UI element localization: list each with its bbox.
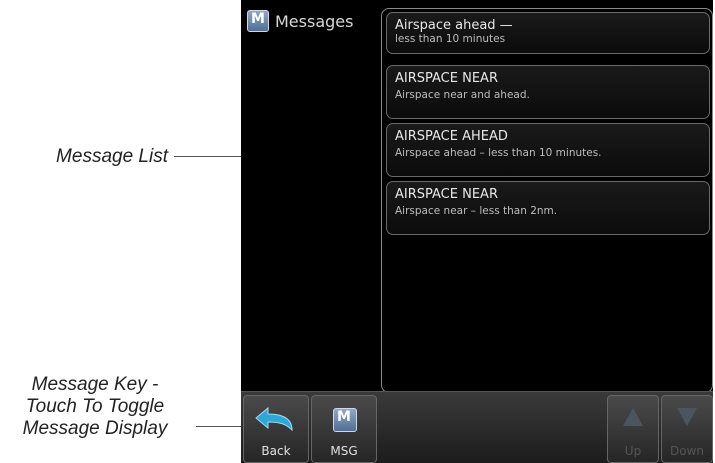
- msg-label: MSG: [330, 444, 358, 458]
- message-title: Airspace ahead —: [395, 18, 513, 33]
- up-button[interactable]: Up: [607, 395, 659, 463]
- message-key-callout-line2: Touch To Toggle: [25, 396, 165, 417]
- message-detail: Airspace near and ahead.: [395, 89, 530, 101]
- back-label: Back: [261, 444, 291, 458]
- down-label: Down: [669, 444, 704, 458]
- message-key-callout-line1: Message Key -: [31, 374, 159, 395]
- message-detail: Airspace near – less than 2nm.: [395, 205, 558, 217]
- message-key-callout-line3: Message Display: [22, 418, 168, 439]
- up-arrow-icon: [623, 408, 643, 426]
- down-arrow-icon: [677, 408, 697, 426]
- up-label: Up: [624, 444, 642, 458]
- message-detail: Airspace ahead – less than 10 minutes.: [395, 147, 602, 159]
- message-detail: less than 10 minutes: [395, 33, 506, 45]
- messages-header: Messages: [247, 10, 353, 32]
- device-screen: Messages Airspace ahead — less than 10 m…: [241, 0, 713, 463]
- message-item[interactable]: Airspace ahead — less than 10 minutes: [386, 12, 710, 54]
- message-title: AIRSPACE NEAR: [395, 71, 498, 86]
- message-list[interactable]: Airspace ahead — less than 10 minutes AI…: [381, 8, 713, 393]
- msg-icon: [247, 10, 269, 32]
- message-item[interactable]: AIRSPACE NEAR Airspace near – less than …: [386, 181, 710, 235]
- back-arrow-icon: [255, 406, 293, 432]
- msg-button[interactable]: MSG: [311, 395, 377, 463]
- message-key-callout: Message Key - Touch To Toggle Message Di…: [0, 374, 190, 440]
- message-item[interactable]: AIRSPACE AHEAD Airspace ahead – less tha…: [386, 123, 710, 177]
- down-button[interactable]: Down: [661, 395, 713, 463]
- message-title: AIRSPACE AHEAD: [395, 129, 508, 144]
- softkey-bar: Back MSG Up Down: [241, 391, 713, 463]
- message-list-callout: Message List: [56, 146, 168, 167]
- message-title: AIRSPACE NEAR: [395, 187, 498, 202]
- message-item[interactable]: AIRSPACE NEAR Airspace near and ahead.: [386, 65, 710, 119]
- page-title: Messages: [275, 11, 354, 31]
- msg-icon: [333, 408, 357, 432]
- back-button[interactable]: Back: [243, 395, 309, 463]
